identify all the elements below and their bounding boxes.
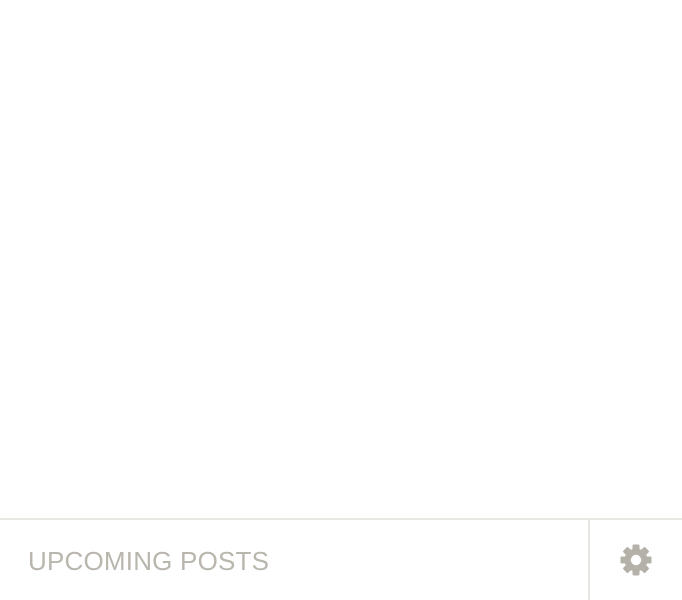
settings-button[interactable] [590,520,682,600]
upcoming-posts-bar: UPCOMING POSTS [0,518,682,600]
main-content-area [0,0,682,518]
gear-icon [619,543,653,577]
app-viewport: UPCOMING POSTS [0,0,682,600]
upcoming-posts-title[interactable]: UPCOMING POSTS [28,542,269,580]
